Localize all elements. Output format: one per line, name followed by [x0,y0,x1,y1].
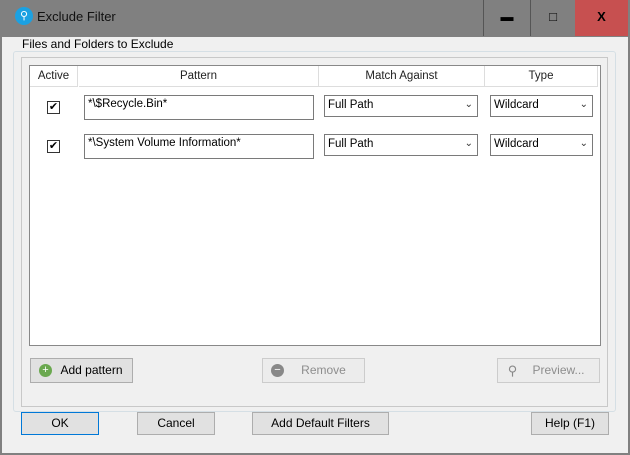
app-search-icon: ⚲ [15,7,33,25]
maximize-button[interactable]: □ [530,0,575,36]
column-header-type[interactable]: Type [485,66,598,87]
cancel-button[interactable]: Cancel [137,412,215,435]
add-pattern-button[interactable]: + Add pattern [30,358,133,383]
magnifier-icon: ⚲ [507,363,518,378]
preview-label: Preview... [532,363,585,377]
chevron-down-icon: ⌄ [464,138,473,149]
group-label: Files and Folders to Exclude [20,37,176,51]
title-bar[interactable]: ⚲ Exclude Filter ▬ □ X [0,0,630,37]
ok-button[interactable]: OK [21,412,99,435]
add-pattern-label: Add pattern [60,363,123,377]
type-value: Wildcard [494,138,539,150]
plus-icon: + [39,364,52,377]
chevron-down-icon: ⌄ [579,99,588,110]
chevron-down-icon: ⌄ [579,138,588,149]
type-select[interactable]: Wildcard ⌄ [490,134,593,156]
pattern-table: Active Pattern Match Against Type ✔ *\$R… [29,65,601,346]
match-value: Full Path [328,99,374,111]
match-value: Full Path [328,138,374,150]
pattern-input[interactable]: *\$Recycle.Bin* [84,95,314,120]
minus-icon: − [271,364,284,377]
match-against-select[interactable]: Full Path ⌄ [324,95,478,117]
remove-label: Remove [301,363,346,377]
active-checkbox[interactable]: ✔ [47,140,60,153]
add-default-filters-button[interactable]: Add Default Filters [252,412,389,435]
match-against-select[interactable]: Full Path ⌄ [324,134,478,156]
close-button[interactable]: X [575,0,628,36]
active-checkbox[interactable]: ✔ [47,101,60,114]
preview-button[interactable]: ⚲ Preview... [497,358,600,383]
chevron-down-icon: ⌄ [464,99,473,110]
window-title: Exclude Filter [37,9,116,24]
column-header-match[interactable]: Match Against [319,66,485,87]
type-select[interactable]: Wildcard ⌄ [490,95,593,117]
column-header-active[interactable]: Active [30,66,78,87]
type-value: Wildcard [494,99,539,111]
pattern-input[interactable]: *\System Volume Information* [84,134,314,159]
minimize-button[interactable]: ▬ [483,0,530,36]
help-button[interactable]: Help (F1) [531,412,609,435]
remove-button[interactable]: − Remove [262,358,365,383]
column-header-pattern[interactable]: Pattern [79,66,319,87]
